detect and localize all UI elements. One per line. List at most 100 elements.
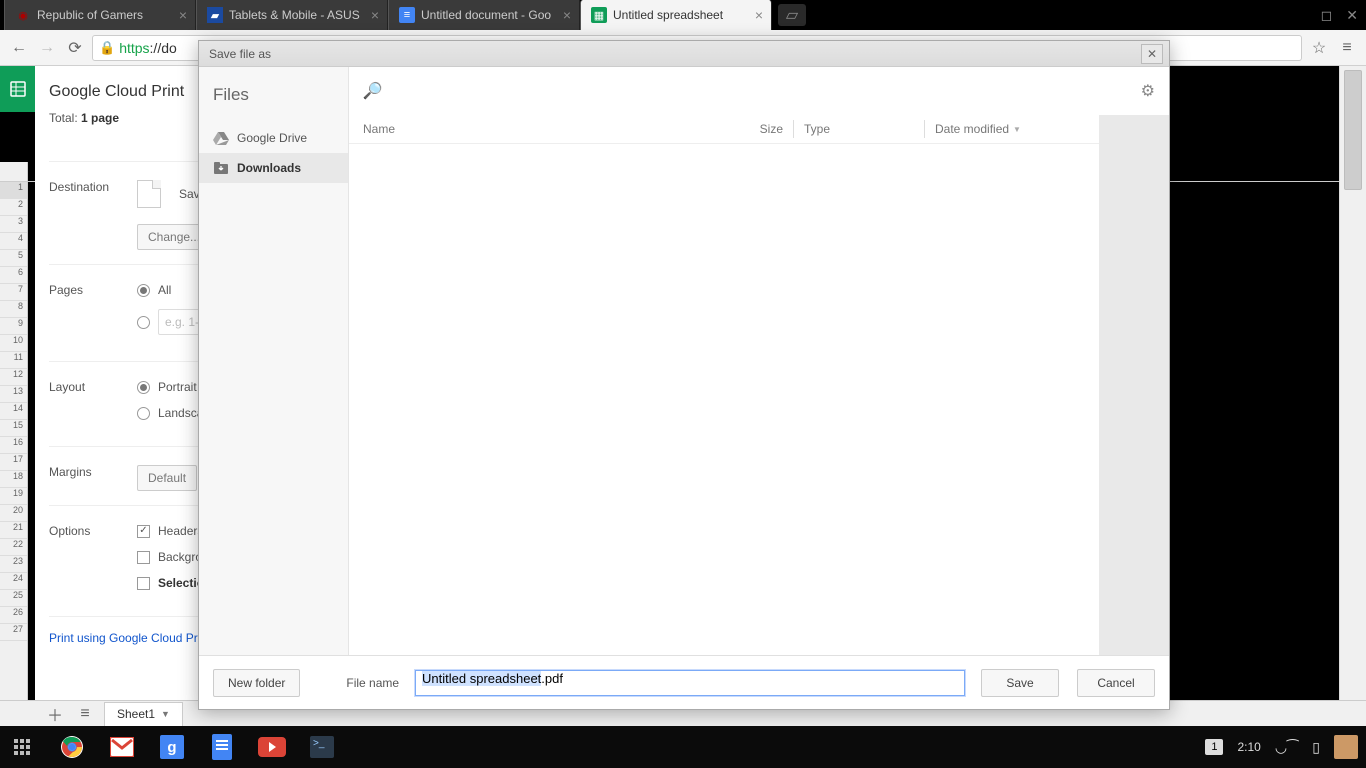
row-header[interactable]: 23 — [0, 556, 27, 573]
browser-tab[interactable]: ◉ Republic of Gamers × — [4, 0, 196, 30]
row-header[interactable]: 1 — [0, 182, 27, 199]
close-window-icon[interactable]: ✕ — [1346, 7, 1358, 24]
row-header[interactable]: 6 — [0, 267, 27, 284]
reload-button[interactable]: ⟳ — [64, 37, 86, 59]
row-header[interactable]: 17 — [0, 454, 27, 471]
vertical-scrollbar[interactable] — [1339, 66, 1366, 700]
row-header[interactable]: 11 — [0, 352, 27, 369]
sidebar-item-drive[interactable]: Google Drive — [199, 123, 348, 153]
chrome-app-icon[interactable] — [58, 733, 86, 761]
row-header[interactable]: 27 — [0, 624, 27, 641]
sidebar-item-downloads[interactable]: Downloads — [199, 153, 348, 183]
margins-select[interactable]: Default — [137, 465, 197, 491]
dialog-close-button[interactable]: ✕ — [1141, 44, 1163, 64]
new-folder-button[interactable]: New folder — [213, 669, 300, 697]
asus-favicon-icon: ▰ — [207, 7, 223, 23]
layout-portrait-radio[interactable] — [137, 381, 150, 394]
column-headers: Name Size Type Date modified▼ — [349, 115, 1099, 143]
new-tab-button[interactable]: ▱ — [778, 4, 806, 26]
row-header[interactable]: 15 — [0, 420, 27, 437]
user-avatar-icon[interactable] — [1334, 735, 1358, 759]
pages-all-label: All — [158, 283, 171, 297]
sheet-tab[interactable]: Sheet1▼ — [104, 702, 183, 726]
search-icon[interactable]: 🔍 — [363, 81, 383, 101]
row-header[interactable]: 24 — [0, 573, 27, 590]
back-button[interactable]: ← — [8, 37, 30, 59]
row-header[interactable]: 16 — [0, 437, 27, 454]
selection-checkbox[interactable] — [137, 577, 150, 590]
close-icon[interactable]: × — [371, 7, 379, 23]
close-icon[interactable]: × — [179, 7, 187, 23]
col-type[interactable]: Type — [804, 122, 914, 136]
row-header[interactable]: 12 — [0, 369, 27, 386]
sidebar-item-label: Google Drive — [237, 131, 307, 145]
row-header[interactable]: 25 — [0, 590, 27, 607]
row-header[interactable]: 2 — [0, 199, 27, 216]
bookmark-star-icon[interactable]: ☆ — [1308, 37, 1330, 59]
terminal-app-icon[interactable]: >_ — [308, 733, 336, 761]
row-header[interactable]: 21 — [0, 522, 27, 539]
row-header[interactable]: 7 — [0, 284, 27, 301]
pages-all-radio[interactable] — [137, 284, 150, 297]
sheets-app-icon[interactable] — [0, 66, 35, 112]
gear-icon[interactable]: ⚙ — [1141, 81, 1155, 101]
browser-tab-active[interactable]: ▦ Untitled spreadsheet × — [580, 0, 772, 30]
row-header[interactable]: 3 — [0, 216, 27, 233]
layout-landscape-radio[interactable] — [137, 407, 150, 420]
wifi-icon[interactable]: ◡⁀ — [1275, 739, 1298, 756]
layout-label: Layout — [49, 380, 137, 394]
row-header[interactable]: 26 — [0, 607, 27, 624]
close-icon[interactable]: × — [755, 7, 763, 23]
headers-checkbox[interactable] — [137, 525, 150, 538]
chrome-menu-icon[interactable]: ≡ — [1336, 37, 1358, 59]
docs-app-icon[interactable] — [208, 733, 236, 761]
save-button[interactable]: Save — [981, 669, 1059, 697]
row-header[interactable]: 9 — [0, 318, 27, 335]
browser-tab[interactable]: ▰ Tablets & Mobile - ASUS × — [196, 0, 388, 30]
row-header[interactable]: 8 — [0, 301, 27, 318]
youtube-app-icon[interactable] — [258, 733, 286, 761]
file-listing[interactable] — [349, 143, 1099, 655]
dialog-titlebar: Save file as ✕ — [199, 41, 1169, 67]
tab-title: Republic of Gamers — [37, 8, 173, 22]
scrollbar-thumb[interactable] — [1344, 70, 1362, 190]
pages-label: Pages — [49, 283, 137, 297]
tab-title: Tablets & Mobile - ASUS — [229, 8, 365, 22]
row-header[interactable]: 13 — [0, 386, 27, 403]
col-date[interactable]: Date modified▼ — [935, 122, 1085, 136]
sidebar-heading: Files — [199, 85, 348, 123]
tab-title: Untitled document - Goo — [421, 8, 557, 22]
browser-tab[interactable]: ≡ Untitled document - Goo × — [388, 0, 580, 30]
cancel-button[interactable]: Cancel — [1077, 669, 1155, 697]
chevron-down-icon[interactable]: ▼ — [161, 709, 170, 719]
row-header[interactable]: 22 — [0, 539, 27, 556]
row-header[interactable]: 4 — [0, 233, 27, 250]
close-icon[interactable]: × — [563, 7, 571, 23]
gmail-app-icon[interactable] — [108, 733, 136, 761]
save-file-dialog: Save file as ✕ Files Google Drive Downlo… — [198, 40, 1170, 710]
pages-range-radio[interactable] — [137, 316, 150, 329]
row-header[interactable]: 14 — [0, 403, 27, 420]
row-header[interactable]: 18 — [0, 471, 27, 488]
filename-input[interactable]: Untitled spreadsheet.pdf — [415, 670, 965, 696]
row-header[interactable]: 19 — [0, 488, 27, 505]
background-checkbox[interactable] — [137, 551, 150, 564]
sidebar-item-label: Downloads — [237, 161, 301, 175]
battery-icon[interactable]: ▯ — [1312, 739, 1320, 756]
row-header[interactable]: 20 — [0, 505, 27, 522]
google-search-app-icon[interactable]: g — [158, 733, 186, 761]
add-sheet-button[interactable]: ＋ — [44, 703, 66, 725]
clock[interactable]: 2:10 — [1237, 740, 1260, 754]
docs-favicon-icon: ≡ — [399, 7, 415, 23]
row-header[interactable]: 5 — [0, 250, 27, 267]
notification-badge[interactable]: 1 — [1205, 739, 1223, 755]
app-launcher-icon[interactable] — [8, 733, 36, 761]
forward-button[interactable]: → — [36, 37, 58, 59]
all-sheets-button[interactable]: ≡ — [74, 703, 96, 725]
row-header[interactable]: 10 — [0, 335, 27, 352]
chevron-down-icon: ▼ — [1013, 125, 1021, 134]
col-name[interactable]: Name — [363, 122, 735, 136]
maximize-icon[interactable]: ◻ — [1321, 7, 1333, 24]
system-tray: 1 2:10 ◡⁀ ▯ — [1205, 735, 1358, 759]
col-size[interactable]: Size — [735, 122, 783, 136]
